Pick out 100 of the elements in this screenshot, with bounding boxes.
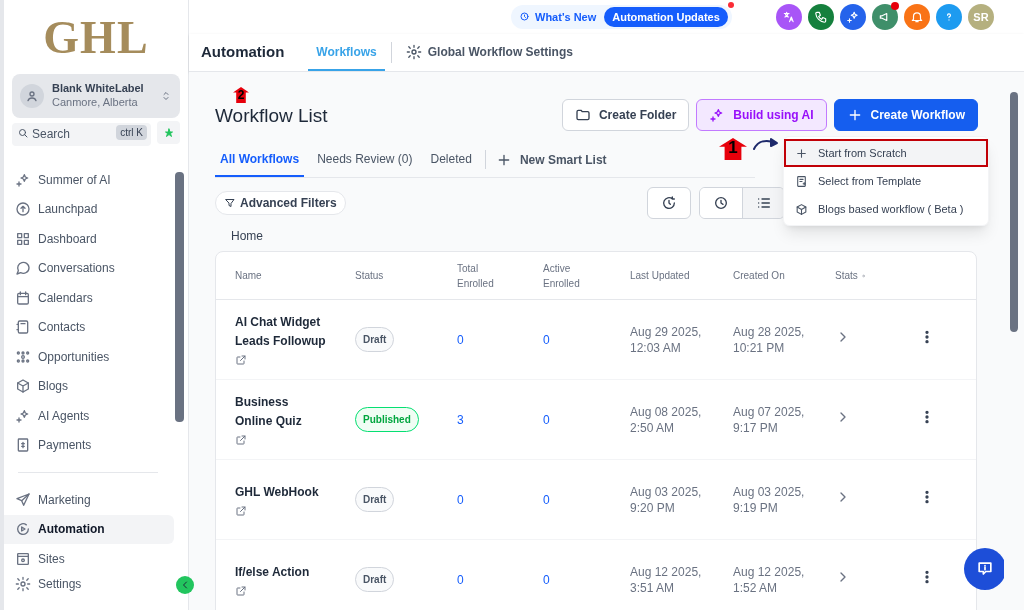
help-chat-button[interactable] (964, 548, 1004, 590)
table-cell-text: Aug 03 2025, 9:20 PM (630, 483, 703, 516)
section-title: Automation (201, 42, 285, 63)
list-tab[interactable]: All Workflows (215, 142, 305, 177)
status-badge: Draft (355, 567, 395, 592)
enrolled-count[interactable]: 0 (457, 332, 464, 347)
sidebar-item[interactable]: Automation (4, 514, 174, 544)
filter-icon (224, 197, 236, 209)
sidebar-item[interactable]: Payments (4, 430, 174, 460)
annotation-badge: 1 (719, 138, 747, 160)
create-workflow-button[interactable]: Create Workflow (833, 99, 978, 131)
whats-new-label: What's New (535, 9, 597, 25)
enrolled-count[interactable]: 0 (543, 332, 550, 347)
build-ai-button[interactable]: Build using AI (696, 99, 827, 131)
external-link-icon[interactable] (235, 434, 247, 446)
clock-icon (713, 195, 729, 211)
new-smart-list-button[interactable]: New Smart List (495, 142, 607, 177)
search-icon (17, 127, 29, 139)
account-location: Canmore, Alberta (52, 96, 139, 110)
annotation-badge: 2 (233, 87, 249, 103)
header-tab[interactable]: Global Workflow Settings (397, 34, 581, 71)
account-switcher[interactable]: Blank WhiteLabel Canmore, Alberta (12, 74, 180, 118)
list-tab[interactable]: Deleted (425, 142, 477, 177)
create-folder-button[interactable]: Create Folder (561, 99, 690, 131)
clock-icon (519, 11, 531, 23)
toolbar-icon-button[interactable] (840, 4, 866, 30)
enrolled-count[interactable]: 3 (457, 412, 464, 427)
calendar-icon (15, 289, 31, 306)
grid-icon (15, 230, 31, 247)
bell-icon (910, 10, 924, 24)
external-link-icon[interactable] (235, 354, 247, 366)
sidebar-item[interactable]: Calendars (4, 283, 174, 313)
table-cell-text: Aug 07 2025, 9:17 PM (733, 403, 806, 436)
list-tab[interactable]: Needs Review (0) (312, 142, 418, 177)
logo: GHL (42, 10, 150, 65)
scrollbar[interactable] (1004, 72, 1024, 610)
sidebar-item[interactable]: Sites (4, 544, 174, 574)
workflow-name[interactable]: If/else Action (235, 562, 327, 582)
menu-item[interactable]: Blogs based workflow ( Beta ) (784, 195, 988, 223)
sidebar-item[interactable]: Blogs (4, 371, 174, 401)
clock-view-button[interactable] (700, 188, 742, 218)
enrolled-count[interactable]: 0 (457, 572, 464, 587)
contact-card-icon (15, 319, 31, 336)
list-view-button[interactable] (742, 188, 784, 218)
sidebar-item[interactable]: Conversations (4, 253, 174, 283)
sidebar-item[interactable]: Opportunities (4, 342, 174, 372)
advanced-filters-button[interactable]: Advanced Filters (215, 191, 346, 215)
person-icon (24, 88, 40, 104)
external-link-icon[interactable] (235, 584, 247, 597)
sidebar-item[interactable]: Settings (4, 573, 174, 595)
table-cell-text: Aug 29 2025, 12:03 AM (630, 323, 703, 356)
send-icon (15, 491, 31, 508)
external-link-icon[interactable] (235, 504, 247, 517)
breadcrumb: Home (231, 228, 264, 241)
folder-icon (574, 107, 591, 123)
shortcut-key: ctrl K (116, 125, 147, 140)
scrollbar[interactable] (175, 172, 184, 422)
enrolled-count[interactable]: 0 (543, 572, 550, 587)
column-header: Status (355, 269, 384, 283)
phone-icon (814, 10, 828, 24)
collapse-button[interactable] (176, 576, 194, 594)
list-icon (755, 195, 772, 211)
history-button[interactable] (647, 187, 691, 219)
sidebar-item[interactable]: AI Agents (4, 401, 174, 431)
page-title: Workflow List (215, 105, 328, 125)
table-cell-text: Aug 12 2025, 3:51 AM (630, 563, 703, 596)
table-cell-text: Aug 08 2025, 2:50 AM (630, 403, 703, 436)
settings-icon (405, 43, 422, 60)
template-icon (795, 174, 808, 188)
chevron-up-down-icon (160, 90, 172, 102)
plus-icon (795, 146, 808, 160)
status-badge: Draft (355, 327, 395, 352)
table-cell-text: Aug 28 2025, 10:21 PM (733, 323, 806, 356)
dots-icon (15, 348, 31, 365)
history-icon (661, 195, 677, 211)
workflow-name[interactable]: AI Chat Widget Leads Followup (235, 313, 327, 351)
menu-item[interactable]: Select from Template (784, 167, 988, 195)
enrolled-count[interactable]: 0 (543, 412, 550, 427)
updates-badge: Automation Updates (604, 6, 728, 28)
column-header: Last Updated (630, 269, 690, 283)
cube-icon (795, 202, 808, 216)
toolbar-icon-button[interactable] (872, 4, 898, 30)
sidebar-item[interactable]: Summer of AI (4, 165, 174, 195)
account-name: Blank WhiteLabel (52, 82, 145, 96)
enrolled-count[interactable]: 0 (543, 492, 550, 507)
sidebar-item[interactable]: Dashboard (4, 224, 174, 254)
toolbar-icon-button[interactable] (936, 4, 962, 30)
menu-item[interactable]: Start from Scratch (784, 139, 988, 167)
sidebar-item[interactable]: Marketing (4, 485, 174, 515)
translate-icon (782, 10, 796, 24)
toolbar-icon-button[interactable] (776, 4, 802, 30)
chat-bubble-icon (15, 260, 31, 277)
toolbar-icon-button[interactable] (808, 4, 834, 30)
toolbar-icon-button[interactable] (904, 4, 930, 30)
sidebar-item[interactable]: Contacts (4, 312, 174, 342)
sidebar-item[interactable]: Launchpad (4, 194, 174, 224)
enrolled-count[interactable]: 0 (457, 492, 464, 507)
workflow-name[interactable]: GHL WebHook (235, 482, 327, 502)
workflow-name[interactable]: Business Online Quiz (235, 393, 327, 431)
whats-new-pill[interactable]: What's New Automation Updates (511, 5, 732, 29)
